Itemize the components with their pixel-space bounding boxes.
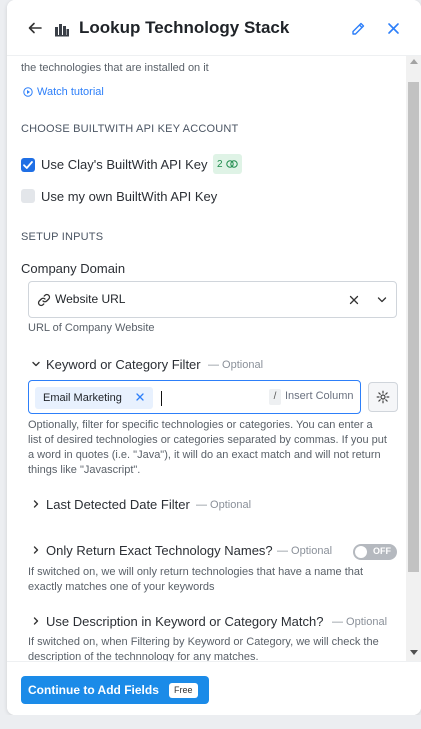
use-description-label[interactable]: Use Description in Keyword or Category M… [46, 614, 323, 629]
keyword-chip-label: Email Marketing [43, 392, 122, 404]
use-description-optional: — Optional [332, 616, 388, 628]
enrichment-panel: Lookup Technology Stack Learn how to use… [7, 0, 421, 715]
toggle-state-label: OFF [373, 546, 391, 556]
intro-text: the technologies that are installed on i… [21, 62, 209, 74]
chevron-right-icon[interactable] [31, 499, 41, 509]
use-description-help: If switched on, when Filtering by Keywor… [28, 636, 379, 661]
background-strip [0, 715, 421, 729]
builtwith-logo-icon [55, 24, 69, 37]
chevron-right-icon[interactable] [31, 545, 41, 555]
chevron-down-icon[interactable] [377, 296, 387, 304]
toggle-knob [355, 546, 367, 558]
last-detected-optional: — Optional [196, 499, 252, 511]
company-domain-label: Company Domain [21, 261, 126, 276]
scroll-up-arrow-icon[interactable] [410, 59, 418, 64]
chevron-down-icon[interactable] [31, 359, 41, 369]
own-api-key-checkbox[interactable] [21, 189, 35, 203]
edit-pencil-icon[interactable] [350, 21, 366, 37]
link-icon [37, 293, 51, 307]
slash-shortcut-key: / [269, 389, 281, 405]
keyword-filter-optional: — Optional [208, 359, 264, 371]
company-domain-select[interactable]: Website URL [28, 281, 397, 318]
clay-api-key-checkbox[interactable] [21, 158, 35, 172]
exact-names-toggle[interactable]: OFF [353, 544, 397, 560]
clay-api-key-label[interactable]: Use Clay's BuiltWith API Key [41, 157, 207, 172]
panel-header: Lookup Technology Stack [7, 0, 421, 56]
exact-names-help: If switched on, we will only return tech… [28, 566, 364, 593]
back-arrow-icon[interactable] [27, 20, 43, 36]
remove-chip-icon[interactable] [135, 392, 145, 402]
checkmark-icon [23, 161, 33, 169]
continue-to-add-fields-button[interactable]: Continue to Add Fields Free [21, 676, 209, 704]
credits-badge: 2 [213, 154, 242, 174]
api-key-section-title: CHOOSE BUILTWITH API KEY ACCOUNT [21, 123, 239, 135]
text-cursor [161, 391, 162, 406]
watch-tutorial-link[interactable]: Watch tutorial [37, 86, 104, 98]
company-domain-value: Website URL [55, 292, 126, 306]
company-domain-help: URL of Company Website [28, 322, 155, 334]
exact-names-optional: — Optional [277, 545, 333, 557]
play-circle-icon [23, 87, 33, 97]
insert-column-hint[interactable]: Insert Column [285, 390, 353, 402]
panel-footer: Continue to Add Fields Free [7, 661, 421, 715]
keyword-filter-label[interactable]: Keyword or Category Filter [46, 357, 201, 372]
panel-body: Learn how to use: BuiltWith checks the s… [21, 46, 399, 661]
continue-button-label: Continue to Add Fields [28, 683, 159, 697]
free-badge: Free [169, 683, 198, 698]
coins-icon [225, 160, 238, 168]
own-api-key-label[interactable]: Use my own BuiltWith API Key [41, 189, 217, 204]
chevron-right-icon[interactable] [31, 616, 41, 626]
clear-icon[interactable] [349, 295, 359, 305]
last-detected-label[interactable]: Last Detected Date Filter [46, 497, 190, 512]
keyword-chip: Email Marketing [35, 387, 153, 409]
keyword-settings-button[interactable] [368, 382, 398, 412]
close-icon[interactable] [387, 22, 400, 35]
scrollbar-thumb[interactable] [408, 82, 419, 572]
credits-count: 2 [217, 158, 223, 170]
panel-title: Lookup Technology Stack [79, 18, 290, 37]
scroll-down-arrow-icon[interactable] [410, 650, 418, 655]
keyword-filter-help: Optionally, filter for specific technolo… [28, 419, 387, 476]
setup-inputs-section-title: SETUP INPUTS [21, 231, 104, 243]
keyword-filter-input[interactable]: Email Marketing / Insert Column [28, 380, 361, 414]
exact-names-label[interactable]: Only Return Exact Technology Names? [46, 543, 273, 558]
gear-icon [376, 390, 390, 404]
